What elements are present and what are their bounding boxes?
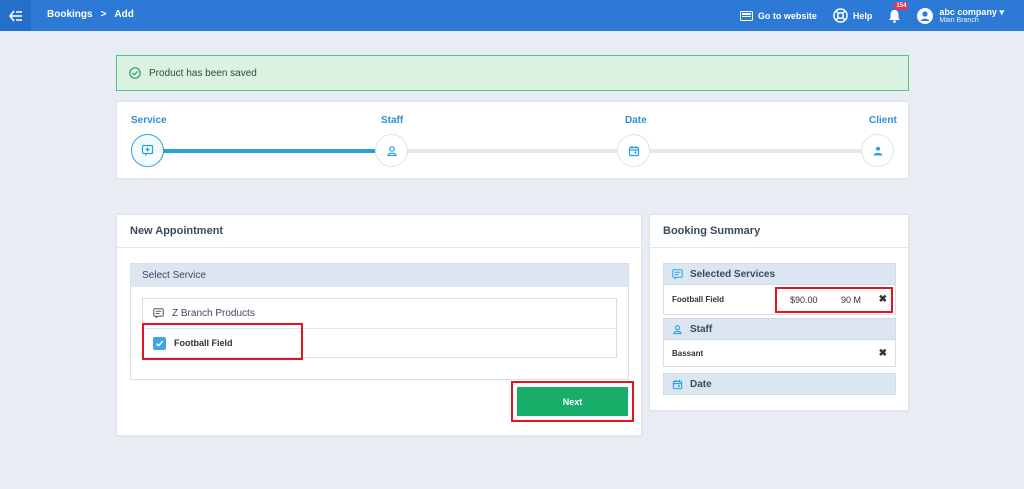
new-appointment-title: New Appointment xyxy=(117,215,641,248)
breadcrumb: Bookings > Add xyxy=(47,9,134,20)
next-button[interactable]: Next xyxy=(517,387,628,416)
bell-icon xyxy=(889,9,901,23)
date-icon xyxy=(672,379,683,389)
step-label-staff: Staff xyxy=(381,115,404,126)
new-appointment-panel: New Appointment Select Service Z Branch … xyxy=(116,214,642,436)
step-staff[interactable] xyxy=(375,134,408,167)
step-label-client: Client xyxy=(869,115,897,126)
alert-message: Product has been saved xyxy=(149,67,257,79)
service-category-label: Z Branch Products xyxy=(172,308,255,319)
notifications-button[interactable]: 154 xyxy=(888,1,909,23)
date-icon xyxy=(628,145,639,156)
user-branch: Main Branch xyxy=(939,16,979,24)
remove-staff-icon[interactable]: ✖ xyxy=(879,348,887,359)
staff-header: Staff xyxy=(663,318,896,340)
service-highlight-box xyxy=(142,323,303,360)
staff-icon xyxy=(673,324,682,334)
selected-service-name: Football Field xyxy=(672,295,724,304)
user-name: abc company xyxy=(939,6,997,17)
chat-box-icon xyxy=(672,268,683,279)
service-icon xyxy=(141,144,154,156)
go-to-website-link[interactable]: Go to website xyxy=(739,10,817,21)
user-avatar-icon xyxy=(917,7,934,24)
lifebuoy-icon xyxy=(833,8,848,23)
select-service-box: Select Service Z Branch Products Footbal… xyxy=(130,263,629,380)
select-service-title: Select Service xyxy=(131,264,628,287)
menu-toggle-button[interactable] xyxy=(0,0,31,31)
staff-name: Bassant xyxy=(672,348,704,358)
success-alert: Product has been saved xyxy=(116,55,909,91)
date-title: Date xyxy=(690,378,712,390)
staff-icon xyxy=(386,145,397,156)
staff-row: Bassant ✖ xyxy=(663,340,896,367)
selected-services-header: Selected Services xyxy=(663,263,896,285)
top-bar: Bookings > Add Go to website Help 154 ab… xyxy=(0,0,1024,31)
step-label-service: Service xyxy=(131,115,167,126)
booking-summary-title: Booking Summary xyxy=(650,215,908,248)
step-date[interactable] xyxy=(617,134,650,167)
caret-down-icon: ▾ xyxy=(999,6,1004,17)
website-icon xyxy=(739,10,753,21)
summary-highlight-box xyxy=(775,287,893,313)
breadcrumb-separator: > xyxy=(100,9,107,20)
breadcrumb-bookings[interactable]: Bookings xyxy=(47,9,93,20)
chat-box-icon xyxy=(153,308,164,319)
breadcrumb-current: Add xyxy=(114,9,134,20)
step-client[interactable] xyxy=(861,134,894,167)
check-circle-icon xyxy=(129,67,141,79)
selected-services-title: Selected Services xyxy=(690,268,776,280)
step-label-date: Date xyxy=(625,115,647,126)
help-label: Help xyxy=(852,10,873,21)
client-icon xyxy=(873,146,882,155)
stepper-progress xyxy=(148,149,390,153)
notification-count-badge: 154 xyxy=(894,1,909,10)
staff-title: Staff xyxy=(690,323,713,335)
step-service[interactable] xyxy=(131,134,164,167)
user-menu[interactable]: abc company ▾ Main Branch xyxy=(917,6,1004,24)
booking-stepper: Service Staff Date Client xyxy=(116,101,909,179)
help-link[interactable]: Help xyxy=(833,8,873,23)
menu-collapse-icon xyxy=(8,10,22,21)
go-to-website-label: Go to website xyxy=(757,10,817,21)
booking-summary-panel: Booking Summary Selected Services Footba… xyxy=(649,214,909,411)
date-header: Date xyxy=(663,373,896,395)
